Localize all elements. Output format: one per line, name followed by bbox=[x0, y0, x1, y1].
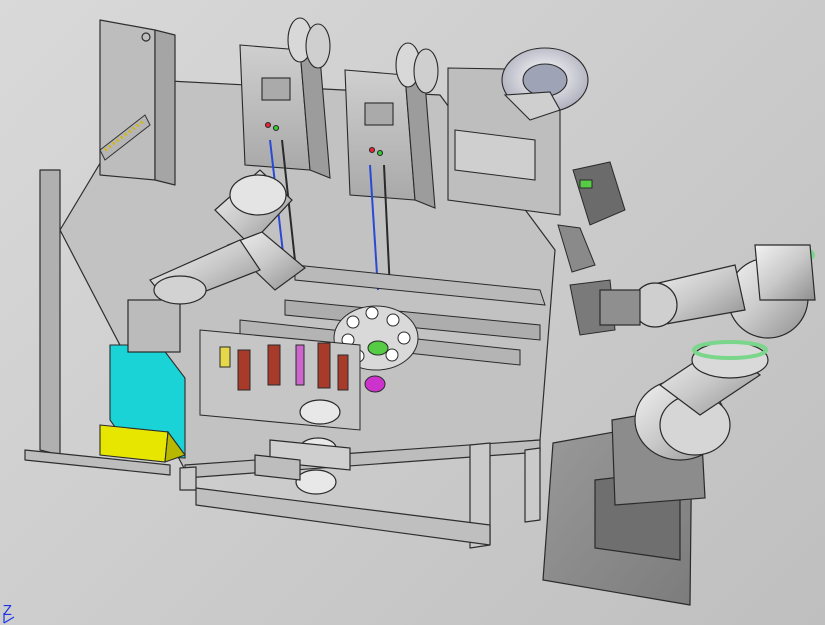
bowl-feeder-station bbox=[447, 47, 589, 216]
coil-red-2 bbox=[267, 344, 281, 386]
output-bins bbox=[99, 344, 186, 463]
assembly-scene[interactable] bbox=[0, 0, 825, 625]
z-axis-label: Z bbox=[3, 604, 12, 619]
bottom-crossbar bbox=[195, 487, 491, 546]
coil-red-1 bbox=[237, 349, 251, 391]
index-hub bbox=[367, 340, 389, 356]
cad-viewport[interactable]: Z bbox=[0, 0, 825, 625]
left-frame-panel bbox=[39, 169, 61, 456]
reel-disc-right-b bbox=[413, 48, 439, 94]
coil-red-3 bbox=[317, 342, 331, 389]
coordinate-triad: Z bbox=[0, 595, 40, 625]
yellow-bin bbox=[99, 424, 169, 463]
leg-right-back bbox=[524, 447, 541, 523]
index-spindle bbox=[364, 375, 386, 393]
rear-column-side bbox=[154, 29, 176, 186]
coil-red-4 bbox=[337, 354, 349, 391]
leg-front-left bbox=[179, 466, 197, 491]
reel-disc-left-b bbox=[305, 23, 331, 69]
